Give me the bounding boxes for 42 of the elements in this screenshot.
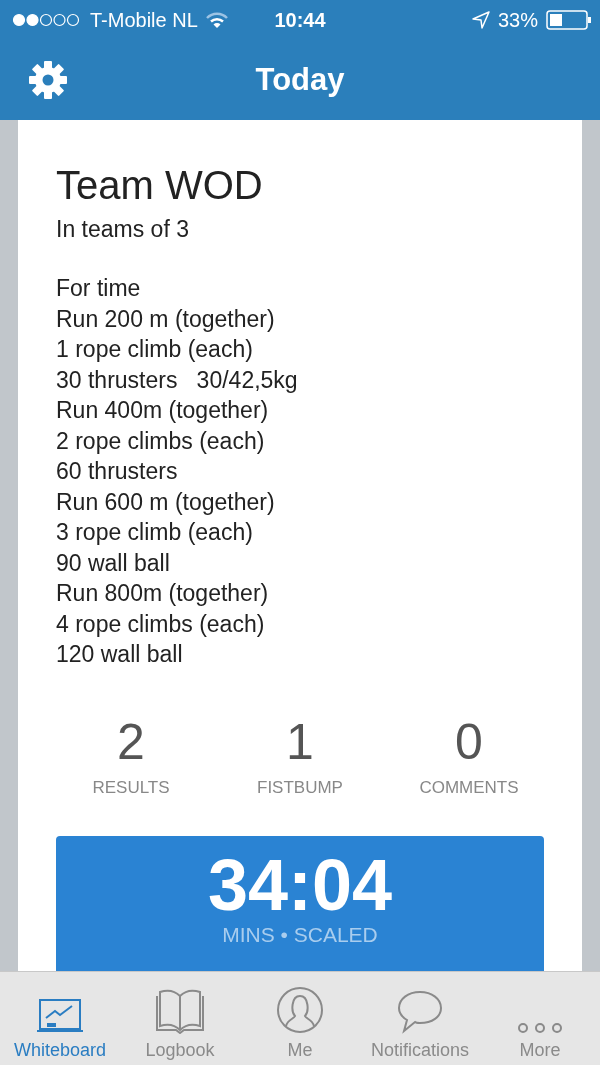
- speech-bubble-icon: [397, 990, 443, 1034]
- screen-title: Today: [255, 62, 345, 98]
- tab[interactable]: Notifications: [360, 972, 480, 1065]
- stat-count: 2: [117, 713, 145, 770]
- result-time: 34:04: [207, 845, 393, 924]
- workout-line: Run 600 m (together): [56, 487, 276, 517]
- more-icon: [517, 1022, 563, 1034]
- tab[interactable]: Me: [240, 972, 360, 1065]
- whiteboard-chart-icon: [36, 998, 84, 1034]
- workout-line: 120 wall ball: [56, 640, 184, 669]
- person-icon: [276, 986, 324, 1034]
- workout-line: For time: [56, 274, 142, 303]
- wifi-icon: [205, 12, 228, 28]
- workout-title: Team WOD: [56, 162, 264, 209]
- location-arrow-icon: [471, 11, 490, 29]
- workout-subtitle: In teams of 3: [56, 216, 190, 243]
- tab[interactable]: More: [480, 972, 600, 1065]
- workout-line: Run 400m (together): [56, 396, 270, 425]
- workout-line: Run 200 m (together): [56, 304, 276, 334]
- stat-label: FISTBUMP: [257, 777, 343, 798]
- book-icon: [156, 988, 204, 1034]
- stat-label: COMMENTS: [419, 777, 519, 798]
- workout-line: 30 thrusters 30/42,5kg: [56, 365, 299, 395]
- workout-line: 3 rope climb (each): [56, 518, 254, 547]
- carrier-name: T-Mobile NL: [90, 8, 198, 32]
- tab[interactable]: Whiteboard: [0, 972, 120, 1065]
- workout-line: 90 wall ball: [56, 548, 171, 578]
- battery-percent: 33%: [497, 8, 538, 32]
- status-time: 10:44: [274, 8, 326, 32]
- workout-line: 2 rope climbs (each): [56, 426, 266, 456]
- tab[interactable]: Logbook: [120, 972, 240, 1065]
- stat-label: RESULTS: [92, 777, 170, 798]
- result-panel[interactable]: 34:04 MINS • SCALED: [56, 835, 544, 971]
- signal-icon: [12, 13, 82, 27]
- stat-count: 0: [455, 713, 483, 770]
- workout-line: 1 rope climb (each): [56, 335, 254, 364]
- workout-line: Run 800m (together): [56, 579, 270, 608]
- stat-count: 1: [286, 713, 314, 770]
- result-detail: MINS • SCALED: [222, 923, 378, 946]
- workout-line: 4 rope climbs (each): [56, 609, 266, 639]
- battery-icon: [546, 10, 592, 30]
- workout-line: 60 thrusters: [56, 457, 179, 486]
